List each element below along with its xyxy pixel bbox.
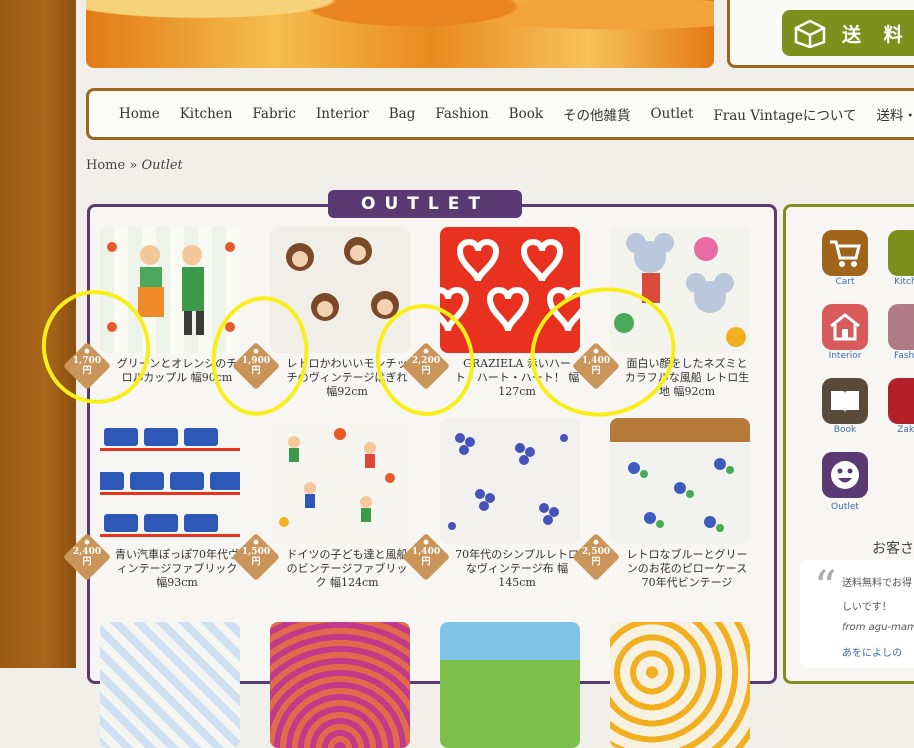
sidebar-label-zakka[interactable]: Zakka xyxy=(881,425,914,435)
breadcrumb-separator: » xyxy=(129,158,138,173)
breadcrumb-current: Outlet xyxy=(141,158,183,173)
product-thumbnail[interactable] xyxy=(270,418,410,544)
book-glyph xyxy=(831,391,859,413)
house-icon[interactable] xyxy=(822,304,868,350)
reviews-title: お客さ xyxy=(872,541,914,557)
nav-fashion[interactable]: Fashion xyxy=(435,106,488,122)
quote-icon: “ xyxy=(814,562,837,613)
nav-about[interactable]: Frau Vintageについて xyxy=(713,104,856,124)
product-thumbnail[interactable] xyxy=(270,622,410,748)
blue-flowers-image xyxy=(448,433,568,530)
product-name[interactable]: ドイツの子ども達と風船のビンテージファブリック 幅124cm xyxy=(270,548,410,590)
product-card[interactable]: ドイツの子ども達と風船のビンテージファブリック 幅124cm xyxy=(270,418,410,590)
shipping-badge[interactable]: 送 料 xyxy=(782,10,914,56)
price-label: 1,500 円 xyxy=(241,547,271,567)
price-label: 2,400 円 xyxy=(72,547,102,567)
shipping-info-box[interactable]: 送 料 xyxy=(727,0,914,68)
main-nav: Home Kitchen Fabric Interior Bag Fashion… xyxy=(86,88,914,140)
breadcrumb: Home » Outlet xyxy=(86,158,183,173)
product-card[interactable]: 70年代のシンプルレトロなヴィンテージ布 幅145cm xyxy=(440,418,580,590)
german-children-image xyxy=(279,428,395,527)
review-author: from agu-mam xyxy=(842,622,914,633)
product-thumbnail[interactable] xyxy=(100,418,240,544)
nav-book[interactable]: Book xyxy=(509,106,543,122)
product-card[interactable]: レトロなブルーとグリーンのお花のピローケース70年代ビンテージ xyxy=(610,418,750,590)
product-name[interactable]: レトロなブルーとグリーンのお花のピローケース70年代ビンテージ xyxy=(610,548,750,590)
cart-glyph xyxy=(830,240,861,267)
product-thumbnail[interactable] xyxy=(100,622,240,748)
nav-bag[interactable]: Bag xyxy=(389,106,416,122)
breadcrumb-home[interactable]: Home xyxy=(86,158,125,173)
nav-other-goods[interactable]: その他雑貨 xyxy=(563,104,631,124)
nav-shipping[interactable]: 送料・配送 xyxy=(877,104,914,124)
fashion-icon[interactable] xyxy=(888,304,914,350)
price-label: 1,400 円 xyxy=(411,547,441,567)
nav-outlet[interactable]: Outlet xyxy=(651,106,694,122)
nav-kitchen[interactable]: Kitchen xyxy=(180,106,233,122)
price-label: 2,500 円 xyxy=(581,547,611,567)
pillowcase-image xyxy=(628,458,734,532)
nav-interior[interactable]: Interior xyxy=(316,106,369,122)
product-card[interactable]: 青い汽車ぽっぽ70年代ヴィンテージファブリック 幅93cm xyxy=(100,418,240,590)
product-name[interactable]: 青い汽車ぽっぽ70年代ヴィンテージファブリック 幅93cm xyxy=(100,548,240,590)
sidebar-label-fashion[interactable]: Fashion xyxy=(881,351,914,361)
smiley-glyph xyxy=(831,461,859,489)
flower-icon[interactable] xyxy=(888,378,914,424)
book-icon[interactable] xyxy=(822,378,868,424)
nav-fabric[interactable]: Fabric xyxy=(252,106,295,122)
house-glyph xyxy=(830,313,860,341)
cart-icon[interactable] xyxy=(822,230,868,276)
review-link[interactable]: あをによしの xyxy=(842,644,902,659)
sidebar-label-interior[interactable]: Interior xyxy=(815,351,875,361)
product-thumbnail[interactable] xyxy=(440,622,580,748)
shipping-label: 送 料 xyxy=(842,23,911,46)
product-thumbnail[interactable] xyxy=(610,622,750,748)
sidebar-label-kitchen[interactable]: Kitchen xyxy=(881,277,914,287)
review-line: 送料無料でお得 xyxy=(842,578,912,589)
sidebar-label-outlet[interactable]: Outlet xyxy=(815,502,875,512)
sidebar-label-cart[interactable]: Cart xyxy=(815,277,875,287)
product-thumbnail[interactable] xyxy=(440,418,580,544)
outlet-title: OUTLET xyxy=(328,190,522,218)
product-name[interactable]: 70年代のシンプルレトロなヴィンテージ布 幅145cm xyxy=(440,548,580,590)
review-line: しいです！ xyxy=(842,602,892,613)
blue-train-image xyxy=(100,428,240,537)
sidebar-label-book[interactable]: Book xyxy=(815,425,875,435)
kitchen-icon[interactable] xyxy=(888,230,914,276)
nav-home[interactable]: Home xyxy=(119,106,160,122)
header-banner-image xyxy=(86,0,714,68)
smiley-icon[interactable] xyxy=(822,452,868,498)
box-icon xyxy=(794,19,826,48)
product-thumbnail[interactable] xyxy=(610,418,750,544)
